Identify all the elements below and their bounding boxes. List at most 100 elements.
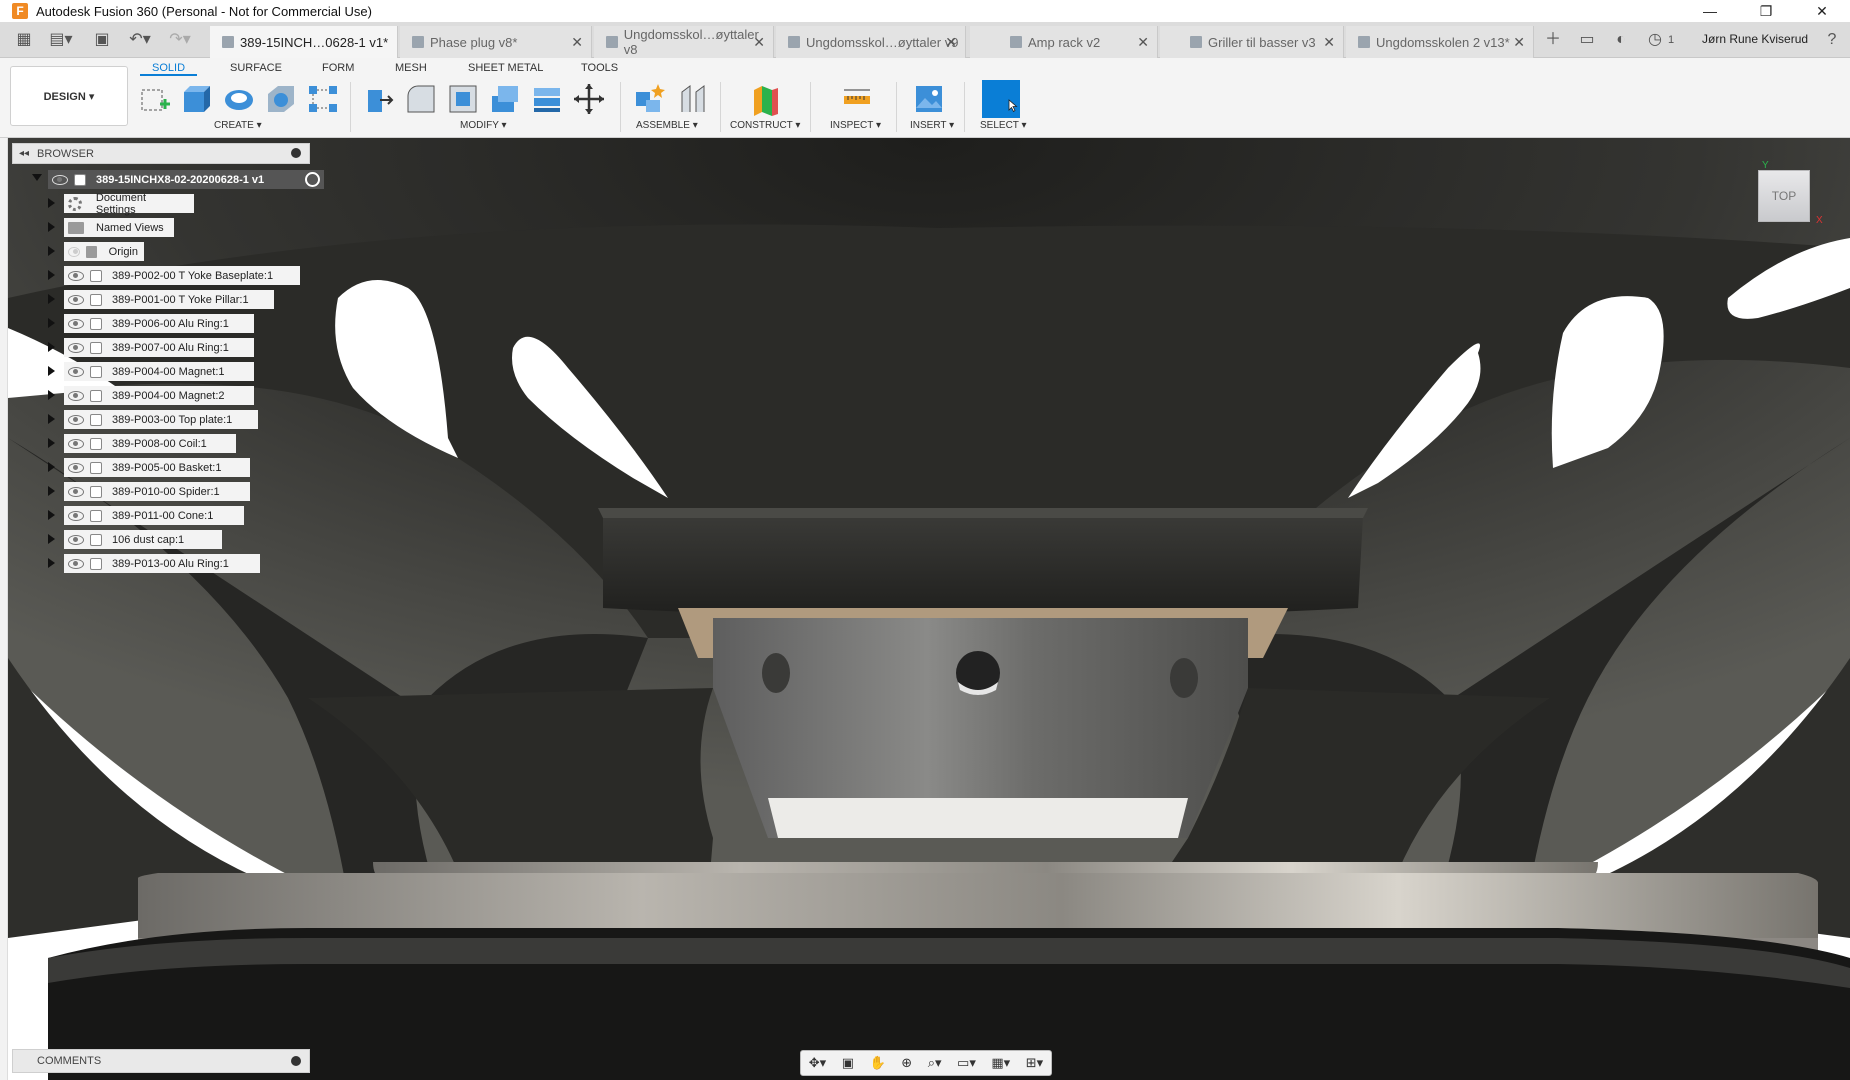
visibility-eye-icon[interactable] (68, 462, 84, 473)
offset-plane-icon[interactable] (748, 82, 782, 116)
joint-icon[interactable] (676, 82, 710, 116)
visibility-eye-icon[interactable] (68, 366, 84, 377)
tab-close-icon[interactable]: ✕ (753, 34, 765, 51)
tab-document[interactable]: Griller til basser v3 ✕ (1160, 26, 1344, 58)
press-pull-icon[interactable] (362, 82, 396, 116)
view-cube-face[interactable]: TOP (1772, 189, 1796, 203)
tab-document[interactable]: Ungdomsskol…øyttaler v9 ✕ (776, 26, 966, 58)
inspect-menu[interactable]: INSPECT ▾ (830, 120, 881, 131)
expand-arrow-icon[interactable] (48, 342, 55, 352)
maximize-button[interactable]: ❐ (1738, 0, 1794, 22)
visibility-eye-icon[interactable] (68, 510, 84, 521)
user-account-name[interactable]: Jørn Rune Kviserud (1702, 32, 1808, 46)
zoom-window-icon[interactable]: ⌕▾ (928, 1055, 942, 1071)
shell-icon[interactable] (488, 82, 522, 116)
visibility-eye-icon[interactable] (68, 438, 84, 449)
select-tool-button[interactable] (982, 80, 1020, 118)
activate-radio-icon[interactable] (305, 172, 320, 187)
tab-document[interactable]: Phase plug v8* ✕ (400, 26, 592, 58)
create-menu[interactable]: CREATE ▾ (214, 120, 262, 131)
visibility-eye-icon[interactable] (52, 174, 68, 185)
visibility-eye-icon[interactable] (68, 534, 84, 545)
workspace-switcher-button[interactable]: DESIGN ▾ (10, 66, 128, 126)
tab-close-icon[interactable]: ✕ (945, 34, 957, 51)
tab-solid[interactable]: SOLID (140, 60, 198, 76)
tab-mesh[interactable]: MESH (395, 60, 427, 76)
visibility-eye-icon[interactable] (68, 270, 84, 281)
tab-close-icon[interactable]: ✕ (1137, 34, 1149, 51)
tree-item-box[interactable]: 389-P008-00 Coil:1 (64, 434, 236, 453)
visibility-eye-icon[interactable] (68, 342, 84, 353)
expand-arrow-icon[interactable] (48, 438, 55, 448)
orbit-icon[interactable]: ✥▾ (809, 1055, 826, 1071)
modify-menu[interactable]: MODIFY ▾ (460, 120, 507, 131)
insert-image-icon[interactable] (912, 82, 946, 116)
chamfer-icon[interactable] (446, 82, 480, 116)
notifications-clock-icon[interactable]: ◷ (1644, 29, 1666, 51)
assemble-menu[interactable]: ASSEMBLE ▾ (636, 120, 698, 131)
revolve-icon[interactable] (222, 82, 256, 116)
expand-arrow-icon[interactable] (48, 414, 55, 424)
create-sketch-icon[interactable] (138, 82, 172, 116)
pan-hand-icon[interactable]: ✋ (870, 1055, 886, 1071)
pattern-icon[interactable] (306, 82, 340, 116)
expand-arrow-icon[interactable] (48, 486, 55, 496)
tab-document[interactable]: Amp rack v2 ✕ (970, 26, 1158, 58)
move-copy-icon[interactable] (572, 82, 606, 116)
tab-close-icon[interactable]: ✕ (1513, 34, 1525, 51)
look-at-icon[interactable]: ▣ (842, 1055, 854, 1071)
measure-icon[interactable] (840, 82, 874, 116)
combine-icon[interactable] (530, 82, 564, 116)
undo-icon[interactable]: ↶▾ (126, 29, 154, 51)
tab-sheet-metal[interactable]: SHEET METAL (468, 60, 543, 76)
expand-arrow-icon[interactable] (48, 198, 55, 208)
tab-close-icon[interactable]: ✕ (571, 34, 583, 51)
expand-arrow-icon[interactable] (48, 318, 55, 328)
tree-item-box[interactable]: 389-P003-00 Top plate:1 (64, 410, 258, 429)
close-button[interactable]: ✕ (1794, 0, 1850, 22)
minimize-button[interactable]: — (1682, 0, 1738, 22)
expand-arrow-icon[interactable] (48, 462, 55, 472)
construct-menu[interactable]: CONSTRUCT ▾ (730, 120, 800, 131)
visibility-eye-icon[interactable] (68, 558, 84, 569)
new-tab-plus-icon[interactable]: ＋ (1542, 29, 1564, 51)
viewports-icon[interactable]: ⊞▾ (1026, 1055, 1043, 1071)
visibility-eye-icon[interactable] (68, 486, 84, 497)
data-panel-grid-icon[interactable]: ▦ (14, 29, 34, 51)
tab-document[interactable]: Ungdomsskol…øyttaler v8 ✕ (594, 26, 774, 58)
visibility-eye-icon[interactable] (68, 318, 84, 329)
tree-item-box[interactable]: 389-P010-00 Spider:1 (64, 482, 250, 501)
visibility-eye-icon[interactable] (68, 294, 84, 305)
tree-item-box[interactable]: Document Settings (64, 192, 194, 216)
root-component[interactable]: 389-15INCHX8-02-20200628-1 v1 (48, 170, 324, 189)
tree-item-box[interactable]: 389-P004-00 Magnet:2 (64, 386, 254, 405)
tree-item-box[interactable]: 389-P004-00 Magnet:1 (64, 362, 254, 381)
visibility-eye-icon[interactable] (68, 390, 84, 401)
tree-item-box[interactable]: 106 dust cap:1 (64, 530, 222, 549)
insert-menu[interactable]: INSERT ▾ (910, 120, 954, 131)
tree-item-box[interactable]: 389-P005-00 Basket:1 (64, 458, 250, 477)
expand-arrow-icon[interactable] (48, 534, 55, 544)
fillet-icon[interactable] (404, 82, 438, 116)
expand-arrow-icon[interactable] (48, 390, 55, 400)
expand-arrow-icon[interactable] (48, 510, 55, 520)
expand-arrow-icon[interactable] (32, 174, 42, 181)
panel-pin-icon[interactable] (291, 1056, 301, 1066)
extensions-icon[interactable]: ◐ (1610, 29, 1632, 51)
tab-form[interactable]: FORM (322, 60, 354, 76)
tree-item-box[interactable]: 389-P001-00 T Yoke Pillar:1 (64, 290, 274, 309)
view-cube[interactable]: TOP (1758, 170, 1810, 222)
tab-document-active[interactable]: 389-15INCH…0628-1 v1* (210, 26, 398, 58)
collapse-panel-icon[interactable]: ◂◂ (19, 148, 29, 159)
expand-arrow-icon[interactable] (48, 222, 55, 232)
expand-arrow-icon[interactable] (48, 270, 55, 280)
panel-pin-icon[interactable] (291, 148, 301, 158)
tab-surface[interactable]: SURFACE (230, 60, 282, 76)
comments-panel-header[interactable]: COMMENTS (12, 1049, 310, 1073)
visibility-eye-icon[interactable] (68, 414, 84, 425)
tab-document[interactable]: Ungdomsskolen 2 v13* ✕ (1346, 26, 1534, 58)
browser-panel-header[interactable]: ◂◂ BROWSER (12, 143, 310, 164)
tree-item-box[interactable]: 389-P007-00 Alu Ring:1 (64, 338, 254, 357)
zoom-icon[interactable]: ⊕ (901, 1055, 912, 1071)
grid-settings-icon[interactable]: ▦▾ (991, 1055, 1010, 1071)
